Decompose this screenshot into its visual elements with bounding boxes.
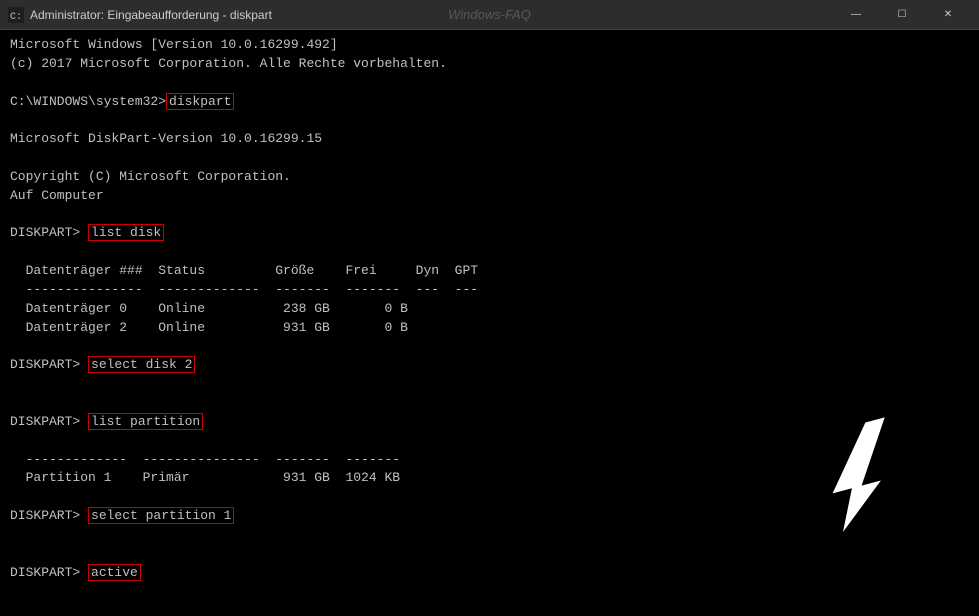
watermark: Windows-FAQ — [448, 7, 531, 22]
active-cmd: active — [88, 564, 141, 581]
line-blank3 — [10, 149, 969, 168]
line-blank5 — [10, 243, 969, 262]
minimize-button[interactable]: — — [833, 0, 879, 30]
terminal-window: Microsoft Windows [Version 10.0.16299.49… — [0, 30, 979, 616]
line-auf-computer: Auf Computer — [10, 187, 969, 206]
app-icon: C: — [8, 7, 24, 23]
window-title: Administrator: Eingabeaufforderung - dis… — [30, 8, 272, 22]
line-prompt-select-disk: DISKPART> select disk 2 — [10, 356, 969, 375]
line-diskpart-version: Microsoft DiskPart-Version 10.0.16299.15 — [10, 130, 969, 149]
diskpart-cmd: diskpart — [166, 93, 234, 110]
line-disk2: Datenträger 2 Online 931 GB 0 B — [10, 319, 969, 338]
select-partition-cmd: select partition 1 — [88, 507, 234, 524]
titlebar-left: C: Administrator: Eingabeaufforderung - … — [8, 7, 272, 23]
list-partition-cmd: list partition — [88, 413, 203, 430]
line-ms-corp: Copyright (C) Microsoft Corporation. — [10, 168, 969, 187]
close-button[interactable]: ✕ — [925, 0, 971, 30]
select-disk-cmd: select disk 2 — [88, 356, 195, 373]
line-disk0: Datenträger 0 Online 238 GB 0 B — [10, 300, 969, 319]
line-disk-header: Datenträger ### Status Größe Frei Dyn GP… — [10, 262, 969, 281]
list-disk-cmd: list disk — [88, 224, 164, 241]
titlebar: C: Administrator: Eingabeaufforderung - … — [0, 0, 979, 30]
line-blank8 — [10, 394, 969, 413]
line-blank7 — [10, 375, 969, 394]
line-copyright: (c) 2017 Microsoft Corporation. Alle Rec… — [10, 55, 969, 74]
line-blank14 — [10, 601, 969, 616]
line-blank1 — [10, 74, 969, 93]
arrow-annotation — [799, 416, 919, 536]
line-disk-separator: --------------- ------------- ------- --… — [10, 281, 969, 300]
line-blank2 — [10, 111, 969, 130]
arrow-icon — [799, 416, 919, 536]
svg-text:C:: C: — [10, 12, 22, 23]
line-blank4 — [10, 206, 969, 225]
line-prompt1: C:\WINDOWS\system32>diskpart — [10, 93, 969, 112]
line-blank6 — [10, 338, 969, 357]
line-blank12 — [10, 545, 969, 564]
line-prompt-active: DISKPART> active — [10, 564, 969, 583]
window-controls[interactable]: — ☐ ✕ — [833, 0, 971, 30]
line-prompt-list-disk: DISKPART> list disk — [10, 224, 969, 243]
line-windows-version: Microsoft Windows [Version 10.0.16299.49… — [10, 36, 969, 55]
maximize-button[interactable]: ☐ — [879, 0, 925, 30]
line-blank13 — [10, 582, 969, 601]
